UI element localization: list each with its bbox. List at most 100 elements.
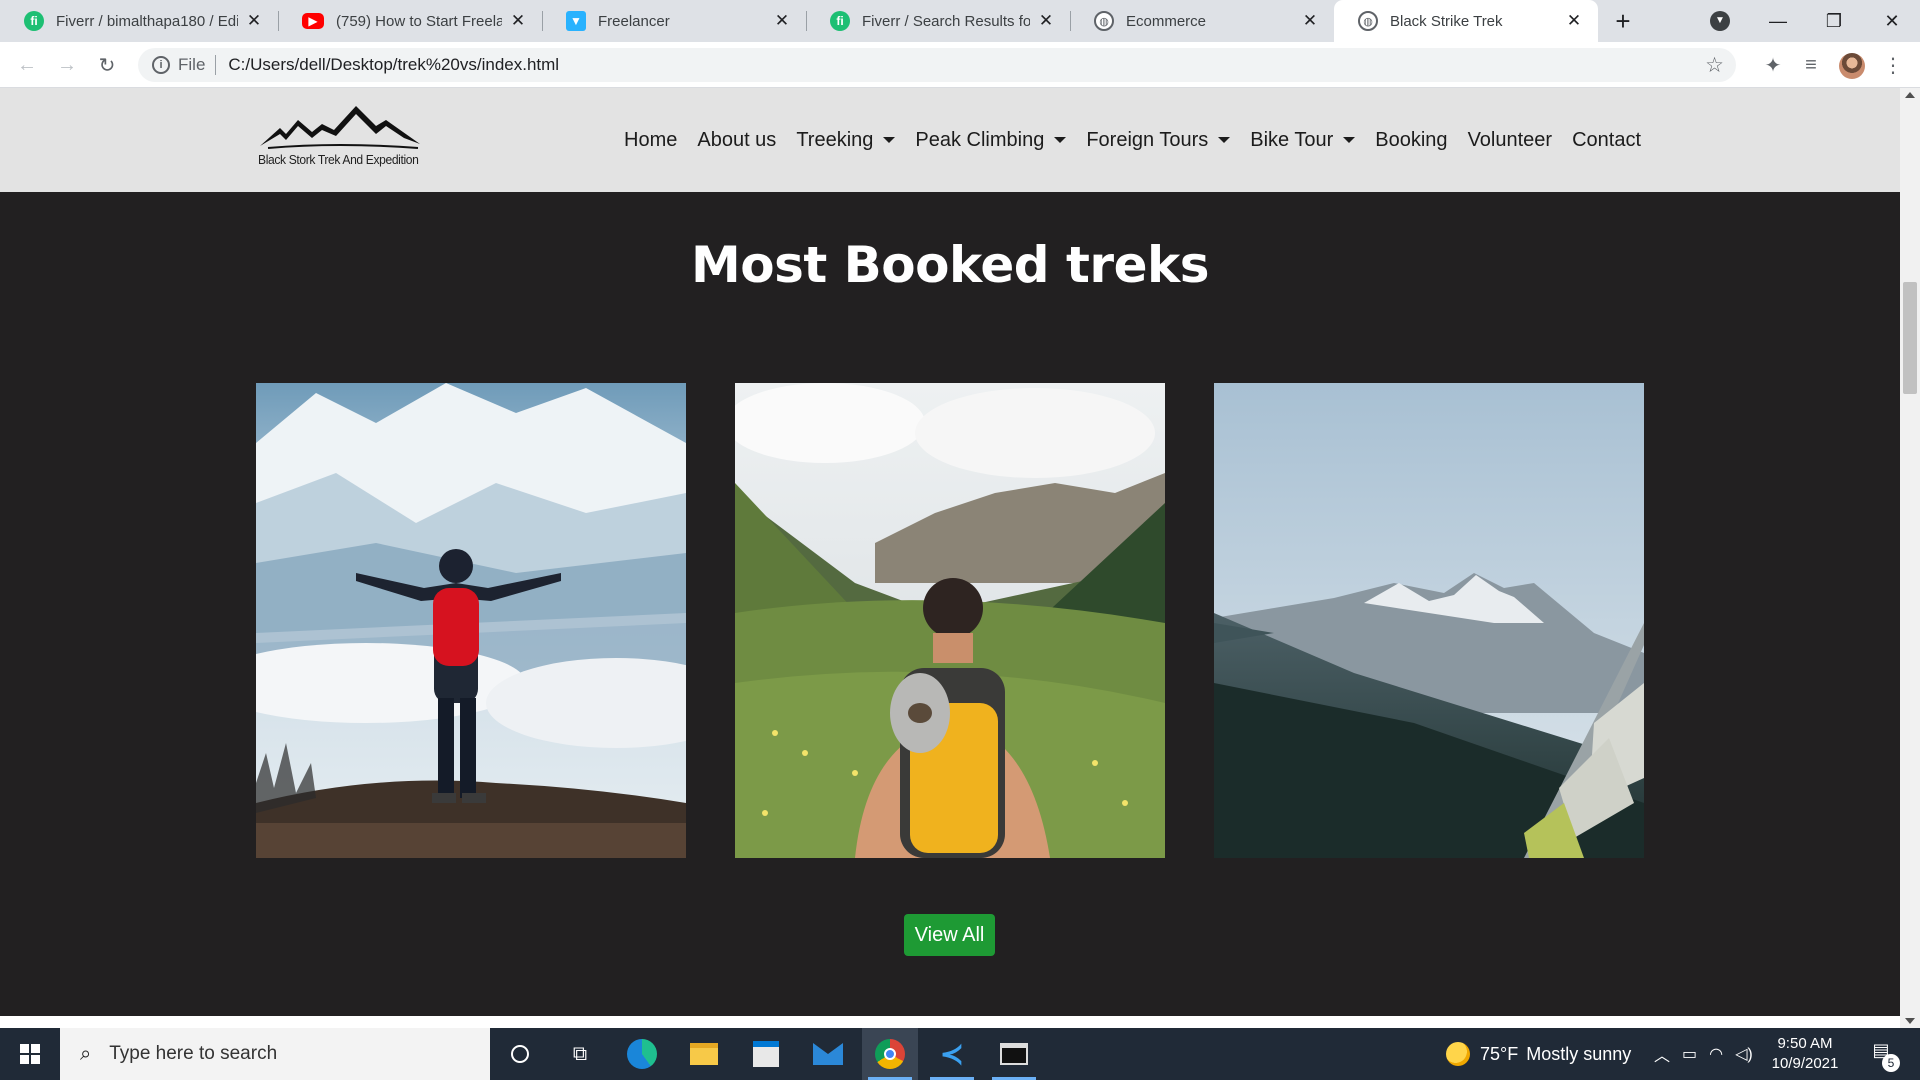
scroll-down-icon[interactable] [1905,1018,1915,1024]
site-navbar: Black Stork Trek And Expedition Home Abo… [0,88,1900,192]
vscode-icon[interactable]: ≺ [924,1028,980,1080]
trek-card-image[interactable] [256,383,686,858]
caret-down-icon [1054,137,1067,143]
caret-down-icon [883,137,896,143]
extensions-icon[interactable]: ✦ [1758,50,1788,80]
notification-center-icon[interactable]: ▤ 5 [1868,1040,1900,1072]
nav-label: Contact [1572,128,1642,151]
nav-label: Treeking [796,128,874,151]
minimize-button[interactable]: — [1750,0,1806,42]
nav-label: Bike Tour [1250,128,1334,151]
nav-label: Foreign Tours [1086,128,1209,151]
close-icon[interactable]: ✕ [1036,11,1056,31]
tab-title: Ecommerce [1126,12,1207,30]
close-window-button[interactable]: ✕ [1864,0,1920,42]
sun-icon [1446,1042,1470,1066]
terminal-icon[interactable] [986,1028,1042,1080]
browser-tab[interactable]: ▶ (759) How to Start Freelanci ✕ [278,0,542,42]
clock-time: 9:50 AM [1777,1035,1833,1052]
browser-tab[interactable]: ◍ Ecommerce ✕ [1070,0,1334,42]
nav-peak-climbing-dropdown[interactable]: Peak Climbing [905,129,1076,152]
taskbar-search-box[interactable]: ⌕ Type here to search [60,1028,490,1080]
globe-icon: ◍ [1094,11,1114,31]
restore-button[interactable]: ❐ [1806,0,1862,42]
reload-button[interactable]: ↻ [92,50,122,80]
profile-avatar[interactable] [1839,53,1865,79]
weather-widget[interactable]: 75°F Mostly sunny [1446,1028,1631,1080]
close-icon[interactable]: ✕ [1564,11,1584,31]
scroll-up-icon[interactable] [1905,92,1915,98]
close-icon[interactable]: ✕ [772,11,792,31]
fiverr-icon: fi [830,11,850,31]
tab-search-icon[interactable]: ▼ [1710,11,1730,31]
new-tab-button[interactable]: + [1608,6,1638,36]
scrollbar-thumb[interactable] [1903,282,1917,394]
nav-booking[interactable]: Booking [1365,129,1457,152]
caret-down-icon [1218,137,1231,143]
store-icon[interactable] [738,1028,794,1080]
media-controls-icon[interactable]: ≡ [1796,50,1826,80]
mail-icon[interactable] [800,1028,856,1080]
search-icon: ⌕ [80,1042,92,1065]
edge-browser-icon[interactable] [614,1028,670,1080]
nav-trekking-dropdown[interactable]: Treeking [786,129,905,152]
nav-home[interactable]: Home [614,129,687,152]
wifi-icon[interactable]: ◠ [1709,1044,1723,1064]
next-section-edge [0,1016,1900,1028]
taskbar-clock[interactable]: 9:50 AM 10/9/2021 [1760,1034,1850,1074]
chrome-icon[interactable] [862,1028,918,1080]
nav-volunteer[interactable]: Volunteer [1458,129,1563,152]
nav-about-us[interactable]: About us [687,129,786,152]
freelancer-icon: ▼ [566,11,586,31]
globe-icon: ◍ [1358,11,1378,31]
notification-count-badge: 5 [1882,1054,1900,1072]
info-icon[interactable]: i [152,56,170,74]
task-view-icon[interactable]: ⧉ [552,1028,608,1080]
url-text[interactable]: C:/Users/dell/Desktop/trek%20vs/index.ht… [228,55,559,75]
system-tray: ︿ ▭ ◠ ◁) [1654,1028,1753,1080]
tab-title: Fiverr / bimalthapa180 / Edi [56,12,238,30]
start-button[interactable] [0,1028,60,1080]
logo-text: Black Stork Trek And Expedition [258,152,419,167]
browser-tab[interactable]: fi Fiverr / bimalthapa180 / Edi ✕ [0,0,278,42]
url-scheme: File [178,55,206,74]
mountain-prayer-flags-image [1214,383,1644,858]
nav-label: Home [624,128,678,151]
trek-card-image[interactable] [1214,383,1644,858]
nav-bike-tour-dropdown[interactable]: Bike Tour [1240,129,1365,152]
back-button[interactable]: ← [12,50,42,80]
close-icon[interactable]: ✕ [508,11,528,31]
hiker-green-valley-image [735,383,1165,858]
nav-label: Booking [1375,128,1448,151]
search-placeholder: Type here to search [109,1043,278,1064]
page-scrollbar[interactable] [1900,88,1920,1028]
nav-label: About us [697,128,777,151]
address-bar[interactable]: i File C:/Users/dell/Desktop/trek%20vs/i… [138,48,1736,82]
volume-icon[interactable]: ◁) [1735,1044,1753,1064]
browser-tab[interactable]: fi Fiverr / Search Results for 'f ✕ [806,0,1070,42]
fiverr-icon: fi [24,11,44,31]
weather-condition: Mostly sunny [1526,1043,1632,1064]
windows-taskbar: ⌕ Type here to search ⧉ ≺ 75°F Mostly su… [0,1028,1920,1080]
browser-tab[interactable]: ▼ Freelancer ✕ [542,0,806,42]
nav-contact[interactable]: Contact [1562,129,1651,152]
show-hidden-icons-icon[interactable]: ︿ [1654,1042,1670,1066]
tab-title: Fiverr / Search Results for 'f [862,12,1030,30]
forward-button[interactable]: → [52,50,82,80]
nav-foreign-tours-dropdown[interactable]: Foreign Tours [1076,129,1240,152]
browser-tab-active[interactable]: ◍ Black Strike Trek ✕ [1334,0,1598,42]
battery-icon[interactable]: ▭ [1682,1044,1697,1064]
close-icon[interactable]: ✕ [1300,11,1320,31]
close-icon[interactable]: ✕ [244,11,264,31]
trek-card-image[interactable] [735,383,1165,858]
site-logo[interactable]: Black Stork Trek And Expedition [258,102,424,180]
more-menu-icon[interactable]: ⋮ [1878,50,1908,80]
file-explorer-icon[interactable] [676,1028,732,1080]
nav-label: Volunteer [1467,128,1553,151]
tab-title: (759) How to Start Freelanci [336,12,502,30]
bookmark-star-icon[interactable]: ☆ [1705,53,1724,78]
hiker-snow-mountain-image [256,383,686,858]
clock-date: 10/9/2021 [1771,1055,1839,1072]
cortana-icon[interactable] [492,1028,548,1080]
view-all-button[interactable]: View All [904,914,995,956]
